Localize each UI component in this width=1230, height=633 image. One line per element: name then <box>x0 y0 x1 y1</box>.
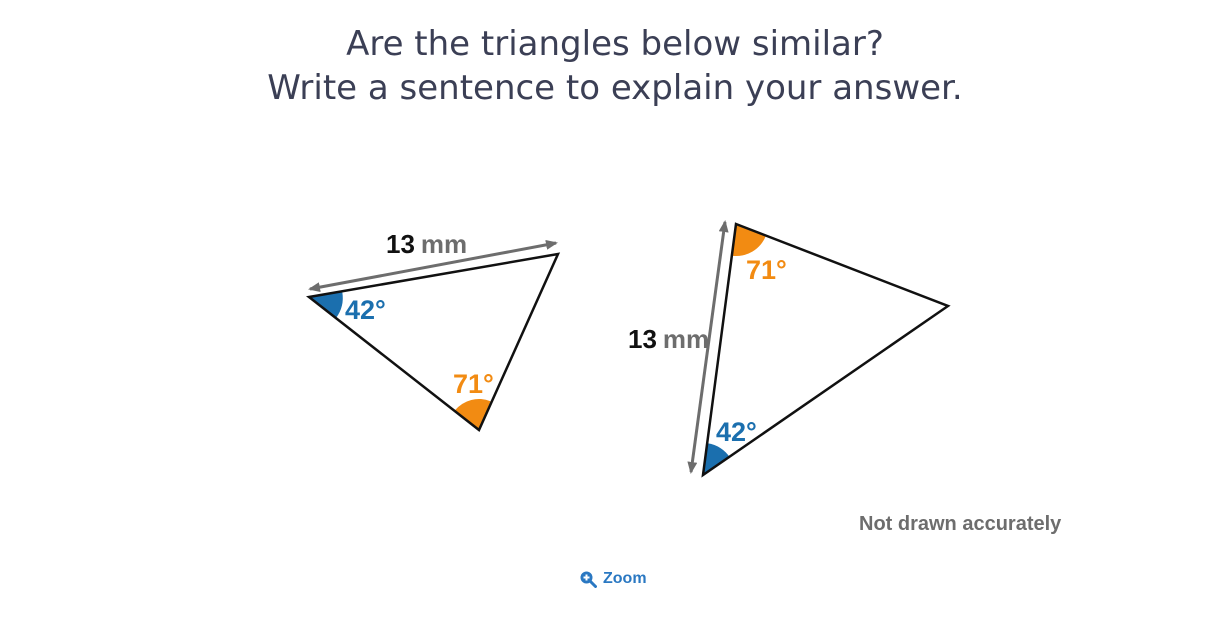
left-triangle-outline <box>306 252 561 432</box>
right-angle-71-label: 71° <box>746 255 787 285</box>
right-side-length-label: 13 mm <box>628 324 709 354</box>
right-angle-42-label: 42° <box>716 417 757 447</box>
zoom-label: Zoom <box>603 570 647 587</box>
zoom-button[interactable]: Zoom <box>579 570 647 588</box>
left-angle-42-label: 42° <box>345 295 386 325</box>
not-drawn-accurately-note: Not drawn accurately <box>859 513 1062 535</box>
left-side-length-label: 13 mm <box>386 229 467 259</box>
right-triangle: 13 mm 71° 42° <box>628 220 951 478</box>
triangles-diagram: 13 mm 42° 71° 13 mm 71° 42° Not drawn accu… <box>306 220 1062 535</box>
zoom-in-icon <box>580 571 597 588</box>
left-angle-71-label: 71° <box>453 369 494 399</box>
left-triangle: 13 mm 42° 71° <box>306 229 561 432</box>
